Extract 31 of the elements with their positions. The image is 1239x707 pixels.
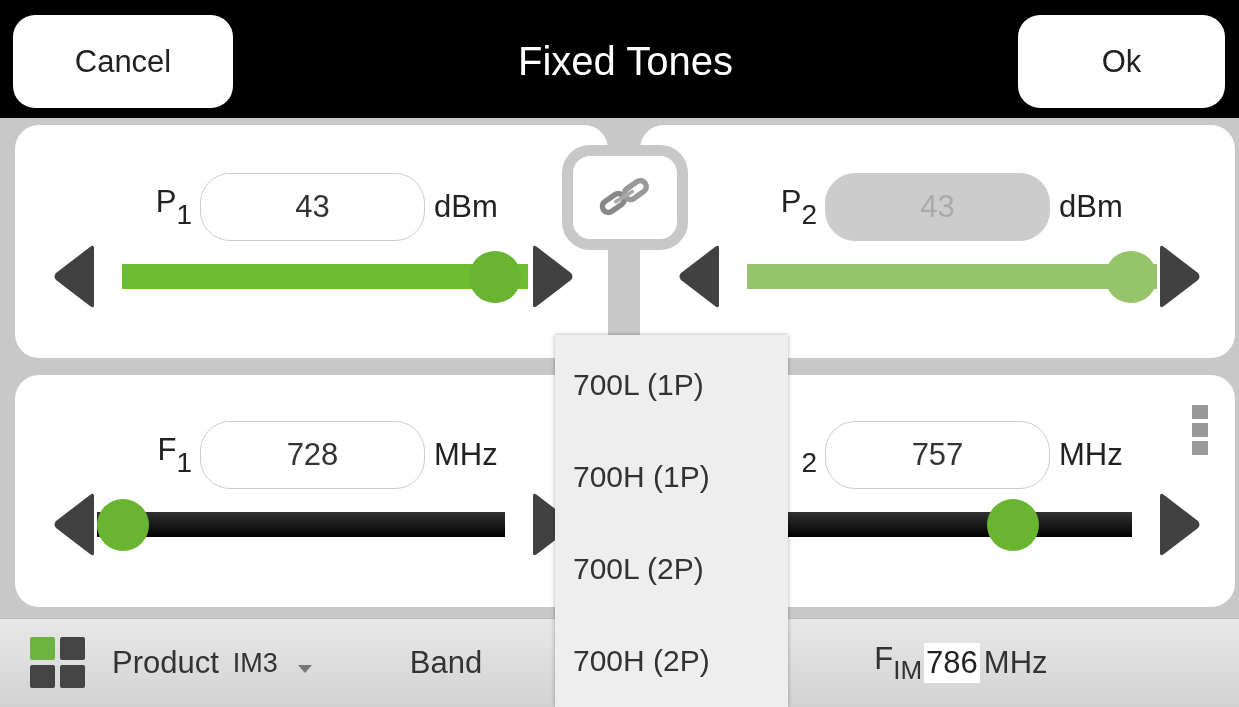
unit-label: dBm <box>1059 189 1123 225</box>
unit-label: dBm <box>434 189 498 225</box>
left-arrow-icon[interactable] <box>677 243 722 309</box>
band-option[interactable]: 700H (1P) <box>555 454 788 546</box>
band-option[interactable]: 700H (2P) <box>555 638 788 707</box>
fim-unit: MHz <box>983 645 1048 681</box>
left-arrow-icon[interactable] <box>52 491 97 557</box>
frequency-field[interactable]: 757 <box>825 421 1050 489</box>
caret-icon[interactable] <box>297 665 312 673</box>
ok-button[interactable]: Ok <box>1018 15 1225 108</box>
right-arrow-icon[interactable] <box>1157 491 1202 557</box>
fim-label: F$_{IM}$ <box>874 640 923 686</box>
fim-value: 786 <box>924 643 980 683</box>
grid-icon[interactable] <box>30 637 86 689</box>
product-label: Product <box>112 645 219 681</box>
band-option[interactable]: 700L (1P) <box>555 362 788 454</box>
window-title: Fixed Tones <box>518 39 733 84</box>
product-dropdown[interactable]: IM3 <box>232 647 278 679</box>
more-icon[interactable] <box>1190 405 1210 455</box>
cancel-button[interactable]: Cancel <box>13 15 233 108</box>
slider-thumb[interactable] <box>97 498 149 551</box>
left-arrow-icon[interactable] <box>52 243 97 309</box>
unit-label: MHz <box>1059 437 1123 473</box>
band-label: Band <box>409 645 483 681</box>
right-arrow-icon[interactable] <box>530 243 575 309</box>
band-option[interactable]: 700L (2P) <box>555 546 788 638</box>
right-arrow-icon[interactable] <box>1157 243 1202 309</box>
frequency-field[interactable]: 728 <box>200 421 425 489</box>
unit-label: MHz <box>434 437 498 473</box>
frequency-label: 2 <box>800 445 818 479</box>
power-field[interactable]: 43 <box>200 173 425 241</box>
